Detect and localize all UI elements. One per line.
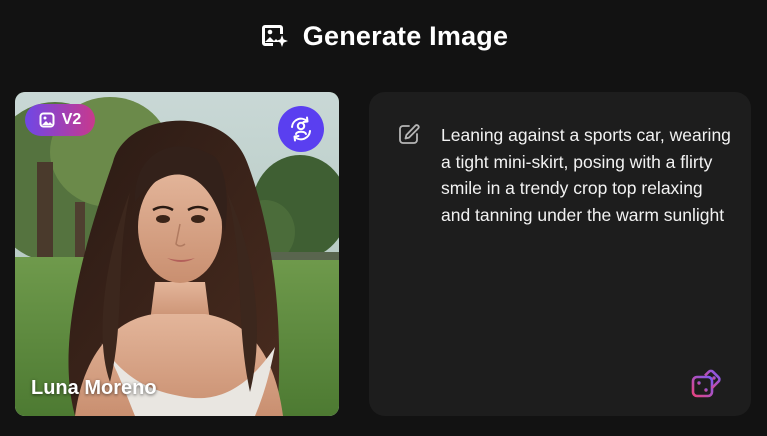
prompt-text[interactable]: Leaning against a sports car, wearing a … (441, 122, 731, 228)
character-card[interactable]: V2 Luna Moreno (15, 92, 339, 416)
prompt-panel: Leaning against a sports car, wearing a … (369, 92, 751, 416)
version-badge: V2 (25, 104, 95, 136)
page-title: Generate Image (302, 20, 509, 51)
swap-character-button[interactable] (278, 106, 324, 152)
version-badge-label: V2 (61, 111, 82, 128)
edit-pencil-icon[interactable] (398, 123, 420, 145)
swap-character-icon (291, 116, 311, 142)
randomize-prompt-button[interactable] (689, 363, 727, 401)
image-icon (39, 112, 55, 128)
dice-icon (691, 369, 721, 398)
character-name: Luna Moreno (31, 377, 157, 399)
image-sparkle-icon (261, 25, 288, 47)
page-header: Generate Image (0, 16, 767, 56)
